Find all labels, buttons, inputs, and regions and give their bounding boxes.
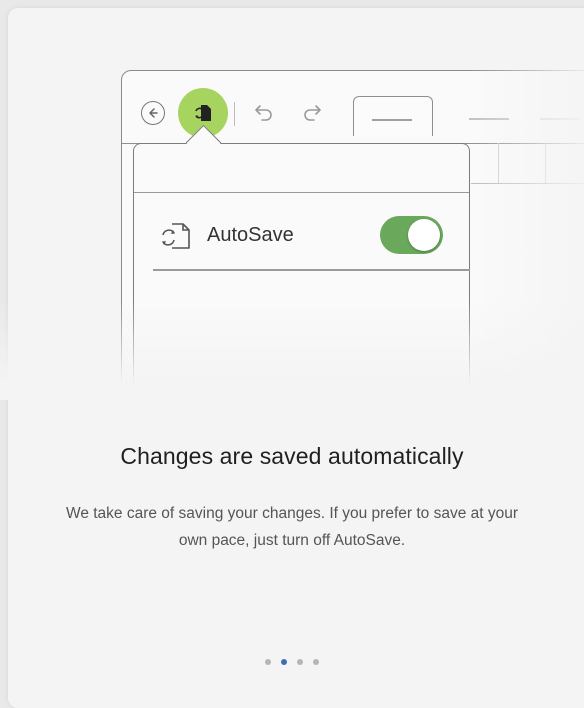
page-dot[interactable] — [265, 659, 271, 665]
sheet-tab-active — [353, 96, 433, 136]
pagination-dots — [0, 659, 584, 665]
redo-icon — [304, 105, 321, 121]
autosave-icon — [195, 105, 211, 121]
page-title: Changes are saved automatically — [120, 443, 464, 469]
page-dot-active[interactable] — [281, 659, 287, 665]
fade-overlay — [0, 300, 584, 400]
description-text: We take care of saving your changes. If … — [65, 505, 519, 549]
popover-divider — [134, 192, 469, 193]
autosave-icon — [162, 223, 190, 249]
page-dot[interactable] — [313, 659, 319, 665]
back-arrow-icon — [141, 101, 165, 125]
toggle-knob — [408, 219, 440, 251]
toolbar-divider — [234, 102, 235, 126]
undo-icon — [255, 105, 272, 121]
autosave-label: AutoSave — [207, 224, 294, 246]
popover-divider — [153, 269, 470, 271]
illustration: AutoSave — [0, 0, 584, 400]
autosave-toggle[interactable] — [380, 216, 443, 254]
page-dot[interactable] — [297, 659, 303, 665]
